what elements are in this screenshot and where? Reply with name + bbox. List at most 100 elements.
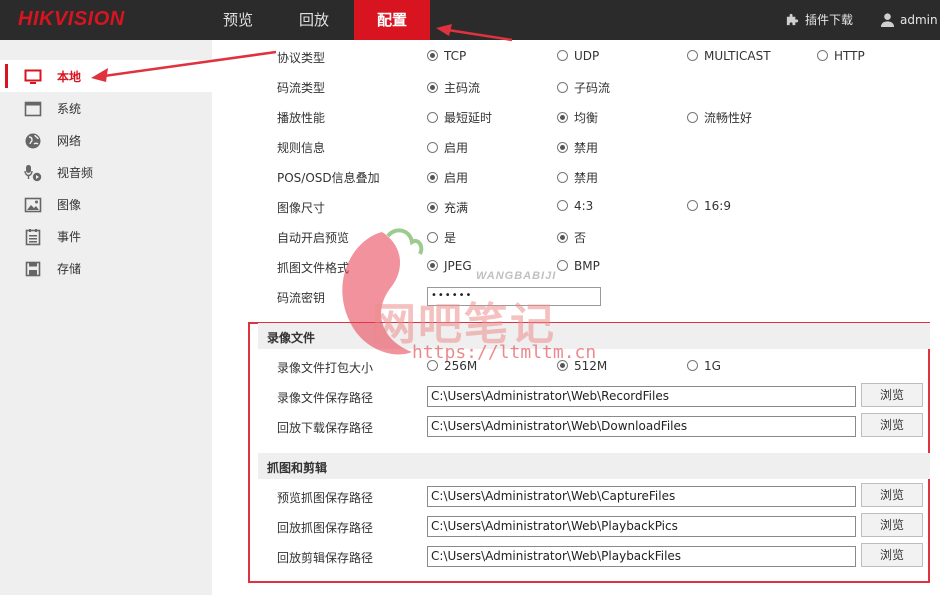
sidebar-item-audio-video[interactable]: 视音频 [0,156,212,188]
playback-pic-browse-button[interactable]: 浏览 [861,513,923,537]
user-menu[interactable]: admin [880,0,938,40]
row-record-save-path: 录像文件保存路径 C:\Users\Administrator\Web\Reco… [268,381,940,411]
auto-preview-yes-radio[interactable]: 是 [427,229,456,246]
protocol-label: 协议类型 [277,51,326,65]
stream-type-label: 码流类型 [277,81,326,95]
play-performance-label: 播放性能 [277,111,326,125]
protocol-multicast-radio[interactable]: MULTICAST [687,49,771,63]
row-playback-pic-path: 回放抓图保存路径 C:\Users\Administrator\Web\Play… [268,511,940,541]
row-record-pack-size: 录像文件打包大小 256M 512M 1G [268,351,940,381]
record-path-input[interactable]: C:\Users\Administrator\Web\RecordFiles [427,386,856,407]
sidebar-item-event[interactable]: 事件 [0,220,212,252]
perf-lowest-latency-radio[interactable]: 最短延时 [427,109,492,126]
row-capture-format: 抓图文件格式 JPEG BMP [268,251,940,281]
stream-key-input[interactable]: •••••• [427,287,601,306]
perf-smooth-radio[interactable]: 流畅性好 [687,109,752,126]
format-bmp-radio[interactable]: BMP [557,259,600,273]
capture-format-label: 抓图文件格式 [277,261,350,275]
sidebar: 本地 系统 网络 视音频 图像 事件 存储 [0,40,212,595]
sidebar-item-local[interactable]: 本地 [0,60,212,92]
download-path-browse-button[interactable]: 浏览 [861,413,923,437]
stream-main-radio[interactable]: 主码流 [427,79,480,96]
stream-sub-radio[interactable]: 子码流 [557,79,610,96]
pack-size-label: 录像文件打包大小 [277,361,374,375]
username-label: admin [900,13,938,27]
perf-balanced-radio[interactable]: 均衡 [557,109,598,126]
size-4-3-radio[interactable]: 4:3 [557,199,593,213]
row-stream-key: 码流密钥 •••••• [268,281,940,311]
row-protocol: 协议类型 TCP UDP MULTICAST HTTP [268,41,940,71]
protocol-tcp-radio[interactable]: TCP [427,49,466,63]
pos-osd-label: POS/OSD信息叠加 [277,171,380,185]
row-pos-osd: POS/OSD信息叠加 启用 禁用 [268,161,940,191]
image-size-label: 图像尺寸 [277,201,326,215]
user-icon [880,13,895,27]
auto-preview-label: 自动开启预览 [277,231,350,245]
row-auto-preview: 自动开启预览 是 否 [268,221,940,251]
sidebar-item-system[interactable]: 系统 [0,92,212,124]
size-fill-radio[interactable]: 充满 [427,199,468,216]
download-path-input[interactable]: C:\Users\Administrator\Web\DownloadFiles [427,416,856,437]
hikvision-logo: HIKVISION [18,8,125,30]
size-16-9-radio[interactable]: 16:9 [687,199,731,213]
row-image-size: 图像尺寸 充满 4:3 16:9 [268,191,940,221]
puzzle-icon [786,13,799,26]
tab-config[interactable]: 配置 [354,0,430,40]
microphone-icon [24,165,42,182]
record-path-browse-button[interactable]: 浏览 [861,383,923,407]
sidebar-item-storage[interactable]: 存储 [0,252,212,284]
preview-capture-path-input[interactable]: C:\Users\Administrator\Web\CaptureFiles [427,486,856,507]
rules-disable-radio[interactable]: 禁用 [557,139,598,156]
rules-enable-radio[interactable]: 启用 [427,139,468,156]
playback-clip-path-label: 回放剪辑保存路径 [277,551,374,565]
sidebar-item-label: 事件 [57,230,82,244]
sidebar-item-label: 系统 [57,102,82,116]
rule-info-label: 规则信息 [277,141,326,155]
row-play-performance: 播放性能 最短延时 均衡 流畅性好 [268,101,940,131]
stream-key-label: 码流密钥 [277,291,326,305]
pos-osd-disable-radio[interactable]: 禁用 [557,169,598,186]
row-preview-capture-path: 预览抓图保存路径 C:\Users\Administrator\Web\Capt… [268,481,940,511]
download-path-label: 回放下载保存路径 [277,421,374,435]
row-download-save-path: 回放下载保存路径 C:\Users\Administrator\Web\Down… [268,411,940,441]
pack-256m-radio[interactable]: 256M [427,359,477,373]
sidebar-item-label: 图像 [57,198,82,212]
row-rule-info: 规则信息 启用 禁用 [268,131,940,161]
playback-clip-path-input[interactable]: C:\Users\Administrator\Web\PlaybackFiles [427,546,856,567]
playback-pic-path-label: 回放抓图保存路径 [277,521,374,535]
protocol-udp-radio[interactable]: UDP [557,49,599,63]
event-list-icon [25,229,41,246]
globe-icon [25,133,41,149]
tab-playback[interactable]: 回放 [290,0,338,40]
capture-section-title: 抓图和剪辑 [267,461,328,475]
sidebar-item-label: 视音频 [57,166,94,180]
playback-clip-browse-button[interactable]: 浏览 [861,543,923,567]
record-section-header: 录像文件 [258,323,930,349]
sidebar-item-image[interactable]: 图像 [0,188,212,220]
format-jpeg-radio[interactable]: JPEG [427,259,472,273]
record-path-label: 录像文件保存路径 [277,391,374,405]
protocol-http-radio[interactable]: HTTP [817,49,865,63]
row-playback-clip-path: 回放剪辑保存路径 C:\Users\Administrator\Web\Play… [268,541,940,571]
row-stream-type: 码流类型 主码流 子码流 [268,71,940,101]
playback-pic-path-input[interactable]: C:\Users\Administrator\Web\PlaybackPics [427,516,856,537]
sidebar-item-label: 存储 [57,262,82,276]
image-icon [24,197,42,213]
monitor-icon [24,69,42,84]
plugin-download-link[interactable]: 插件下载 [785,0,853,40]
pack-1g-radio[interactable]: 1G [687,359,721,373]
preview-capture-browse-button[interactable]: 浏览 [861,483,923,507]
sidebar-item-label: 本地 [57,70,82,84]
pack-512m-radio[interactable]: 512M [557,359,607,373]
auto-preview-no-radio[interactable]: 否 [557,229,586,246]
sidebar-item-network[interactable]: 网络 [0,124,212,156]
top-bar: HIKVISION 预览 回放 配置 插件下载 admin [0,0,940,40]
storage-disk-icon [25,261,41,277]
sidebar-item-label: 网络 [57,134,82,148]
record-section-title: 录像文件 [267,331,316,345]
capture-section-header: 抓图和剪辑 [258,453,930,479]
system-window-icon [24,101,42,117]
pos-osd-enable-radio[interactable]: 启用 [427,169,468,186]
plugin-download-label: 插件下载 [805,13,854,27]
tab-preview[interactable]: 预览 [214,0,262,40]
